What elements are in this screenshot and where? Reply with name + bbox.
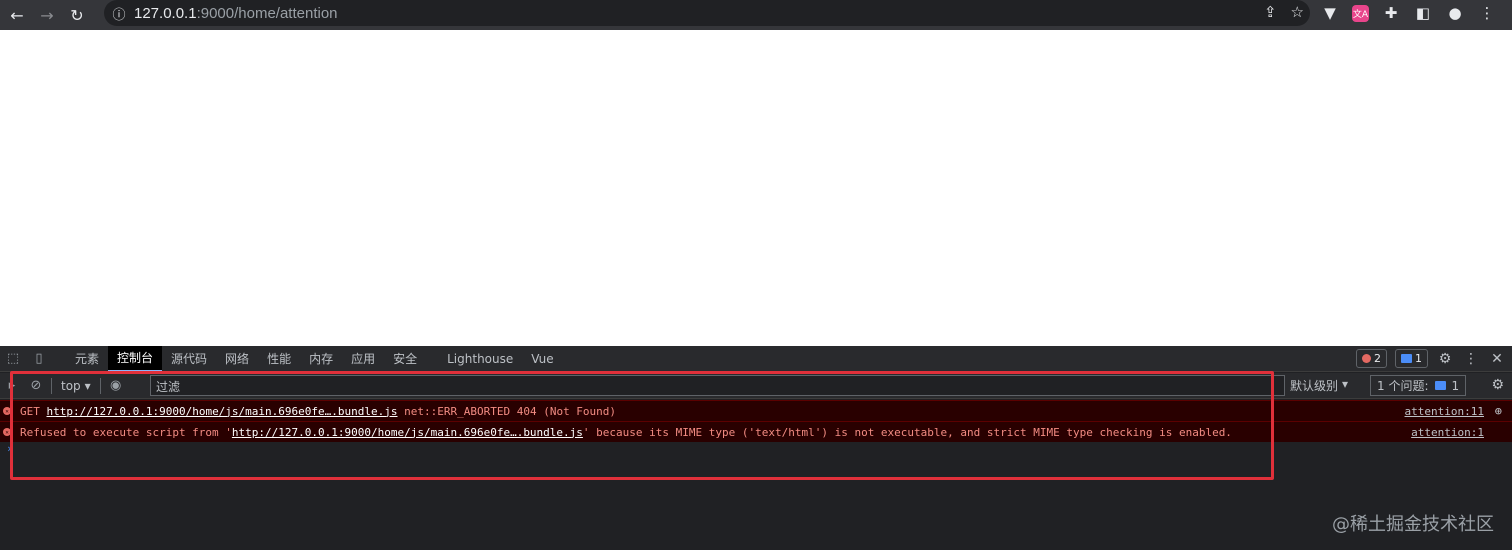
context-selector[interactable]: top ▾ — [55, 379, 97, 393]
console-filter-input[interactable]: 过滤 — [150, 375, 1285, 396]
device-toolbar-icon[interactable]: ▯ — [26, 346, 52, 372]
browser-toolbar: ← → ↻ ⓘ 127.0.0.1:9000/home/attention ⇪ … — [0, 0, 1512, 30]
message-count-badge[interactable]: 1 — [1395, 349, 1428, 368]
toolbar-separator — [51, 377, 52, 394]
url-host: 127.0.0.1 — [134, 4, 197, 22]
error-icon: ✕ — [3, 428, 11, 436]
side-panel-icon[interactable]: ◧ — [1413, 2, 1433, 24]
issues-button[interactable]: 1 个问题: 1 — [1370, 375, 1467, 396]
translate-extension-icon[interactable]: 文A — [1352, 4, 1369, 22]
url-path: :9000/home/attention — [196, 4, 338, 22]
tab-lighthouse[interactable]: Lighthouse — [438, 346, 522, 372]
settings-gear-icon[interactable]: ⚙ — [1436, 351, 1454, 367]
tab-elements[interactable]: 元素 — [66, 346, 108, 372]
message-prefix: Refused to execute script from ' — [20, 425, 232, 439]
tab-application[interactable]: 应用 — [342, 346, 384, 372]
site-info-icon[interactable]: ⓘ — [104, 4, 134, 23]
back-arrow-icon[interactable]: ← — [4, 2, 30, 28]
share-icon[interactable]: ⇪ — [1264, 3, 1277, 21]
extensions-puzzle-icon[interactable]: ✚ — [1381, 2, 1401, 24]
address-bar[interactable]: ⓘ 127.0.0.1:9000/home/attention ⇪ ☆ — [104, 0, 1310, 26]
console-settings-gear-icon[interactable]: ⚙ — [1491, 377, 1504, 393]
tab-network[interactable]: 网络 — [216, 346, 258, 372]
forward-arrow-icon[interactable]: → — [34, 2, 60, 28]
devtools-tab-bar: ⬚ ▯ 元素 控制台 源代码 网络 性能 内存 应用 安全 Lighthouse… — [0, 345, 1512, 372]
devtools-tab-actions: 2 1 ⚙ ⋮ ✕ — [1356, 349, 1506, 368]
bookmark-star-icon[interactable]: ☆ — [1291, 3, 1304, 21]
message-link[interactable]: http://127.0.0.1:9000/home/js/main.696e0… — [232, 426, 583, 439]
console-error-message: ✕ Refused to execute script from ' http:… — [0, 421, 1512, 442]
devtools-menu-icon[interactable]: ⋮ — [1462, 351, 1480, 367]
toolbar-separator — [99, 377, 101, 394]
sidebar-toggle-icon[interactable]: ▸ — [0, 374, 24, 398]
tab-vue[interactable]: Vue — [522, 346, 562, 372]
tab-console[interactable]: 控制台 — [108, 345, 163, 372]
screen: ← → ↻ ⓘ 127.0.0.1:9000/home/attention ⇪ … — [0, 0, 1512, 550]
message-suffix: net::ERR_ABORTED 404 (Not Found) — [397, 404, 617, 418]
live-expression-eye-icon[interactable]: ◉ — [104, 374, 128, 398]
url-text: 127.0.0.1:9000/home/attention — [134, 5, 338, 22]
issues-label: 1 个问题: — [1377, 379, 1429, 393]
log-levels-label: 默认级别 — [1290, 379, 1339, 393]
console-toolbar: ▸ ⊘ top ▾ ◉ 过滤 默认级别 ▾ 1 个问题: 1 ⚙ — [0, 373, 1512, 399]
console-prompt-icon[interactable]: › — [6, 442, 13, 455]
tab-performance[interactable]: 性能 — [258, 346, 300, 372]
clear-console-icon[interactable]: ⊘ — [24, 374, 48, 398]
network-request-icon[interactable]: ⊕ — [1495, 404, 1502, 418]
close-devtools-icon[interactable]: ✕ — [1488, 351, 1506, 367]
issue-icon — [1434, 381, 1446, 390]
tab-memory[interactable]: 内存 — [300, 346, 342, 372]
dropdown-arrow-icon: ▾ — [1342, 377, 1349, 391]
message-source-link[interactable]: attention:11 — [1405, 405, 1484, 418]
log-levels-dropdown[interactable]: 默认级别 ▾ — [1290, 377, 1348, 394]
message-prefix: GET — [20, 404, 47, 418]
profile-avatar-icon[interactable]: ● — [1445, 2, 1465, 24]
extensions-bar: ▼ 文A ✚ ◧ ● ⋮ — [1320, 2, 1497, 24]
console-error-message: ✕ GET http://127.0.0.1:9000/home/js/main… — [0, 400, 1512, 421]
message-link[interactable]: http://127.0.0.1:9000/home/js/main.696e0… — [47, 405, 398, 418]
error-count: 2 — [1374, 352, 1381, 365]
message-count: 1 — [1415, 352, 1422, 365]
error-icon — [1362, 354, 1371, 363]
error-count-badge[interactable]: 2 — [1356, 349, 1387, 368]
issues-count: 1 — [1451, 378, 1460, 393]
dropdown-arrow-icon: ▾ — [84, 378, 91, 393]
error-icon: ✕ — [3, 407, 11, 415]
message-icon — [1401, 354, 1412, 363]
filter-placeholder: 过滤 — [156, 380, 181, 394]
vue-devtools-extension-icon[interactable]: ▼ — [1320, 2, 1340, 24]
reload-icon[interactable]: ↻ — [64, 2, 90, 28]
tab-security[interactable]: 安全 — [384, 346, 426, 372]
page-viewport — [0, 30, 1512, 346]
message-suffix: ' because its MIME type ('text/html') is… — [582, 425, 1232, 439]
context-value: top — [61, 378, 81, 393]
browser-menu-icon[interactable]: ⋮ — [1477, 2, 1497, 24]
tab-sources[interactable]: 源代码 — [162, 346, 216, 372]
watermark: @稀土掘金技术社区 — [1332, 514, 1494, 535]
message-source-link[interactable]: attention:1 — [1411, 426, 1484, 439]
inspect-element-icon[interactable]: ⬚ — [0, 346, 26, 372]
